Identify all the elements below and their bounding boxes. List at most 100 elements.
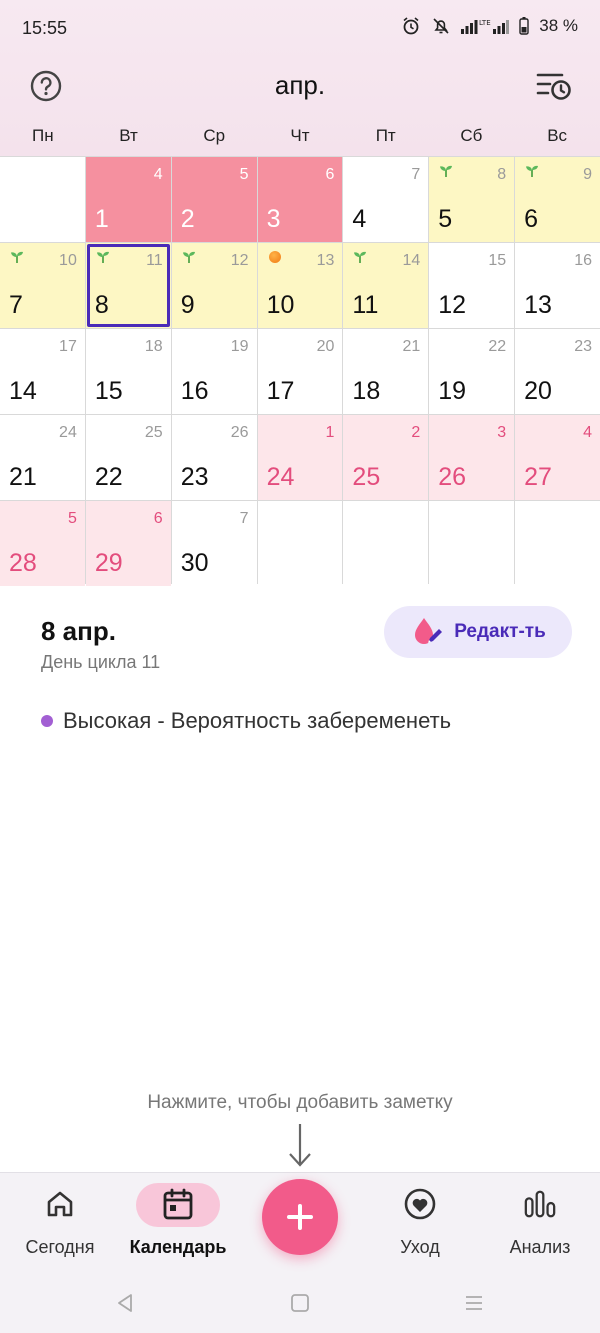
day-number: 12 bbox=[438, 291, 467, 319]
cycle-day-number: 4 bbox=[153, 166, 163, 183]
edit-button[interactable]: Редакт-ть bbox=[384, 606, 572, 658]
calendar-day-6[interactable]: 96 bbox=[515, 157, 600, 242]
calendar-day-16[interactable]: 19 16 bbox=[171, 329, 257, 414]
calendar-day-2[interactable]: 52 bbox=[171, 157, 257, 242]
menu-icon[interactable] bbox=[462, 1291, 486, 1315]
sprout-icon bbox=[525, 164, 539, 178]
cycle-day: День цикла 11 bbox=[41, 652, 161, 672]
cycle-day-number: 17 bbox=[59, 338, 77, 355]
status-bar: 15:55 LTE 38 % bbox=[0, 0, 600, 58]
cycle-day-number: 6 bbox=[325, 166, 335, 183]
calendar-day-11[interactable]: 14 11 bbox=[343, 243, 429, 328]
calendar-day-9[interactable]: 12 9 bbox=[171, 243, 257, 328]
calendar-day-28[interactable]: 5 28 bbox=[0, 501, 85, 586]
heart-circle-icon bbox=[403, 1187, 437, 1221]
calendar-header: апр. bbox=[0, 58, 600, 116]
add-button[interactable] bbox=[262, 1179, 338, 1255]
home-icon bbox=[43, 1187, 77, 1221]
day-number: 8 bbox=[94, 291, 109, 319]
bar-chart-icon bbox=[523, 1187, 557, 1221]
cycle-day-number: 5 bbox=[239, 166, 249, 183]
cycle-day-number: 1 bbox=[325, 424, 335, 441]
weekday-sat: Сб bbox=[460, 126, 483, 145]
help-button[interactable] bbox=[30, 70, 62, 102]
day-number: 30 bbox=[180, 549, 209, 577]
system-navigation bbox=[0, 1281, 600, 1329]
day-number: 25 bbox=[352, 463, 381, 491]
nav-today[interactable]: Сегодня bbox=[0, 1173, 120, 1273]
calendar-day-4[interactable]: 74 bbox=[343, 157, 429, 242]
calendar-day-12[interactable]: 15 12 bbox=[429, 243, 515, 328]
calendar-day-22[interactable]: 25 22 bbox=[85, 415, 171, 500]
calendar-day-24[interactable]: 1 24 bbox=[257, 415, 343, 500]
calendar-day-29[interactable]: 6 29 bbox=[85, 501, 171, 586]
arrow-down-icon bbox=[289, 1124, 311, 1167]
history-button[interactable] bbox=[536, 70, 572, 102]
calendar-day-1[interactable]: 41 bbox=[85, 157, 171, 242]
sprout-icon bbox=[96, 250, 110, 264]
back-icon[interactable] bbox=[113, 1291, 137, 1315]
weekday-tue: Вт bbox=[119, 126, 138, 145]
cycle-day-number: 8 bbox=[497, 166, 507, 183]
calendar-day-23[interactable]: 26 23 bbox=[171, 415, 257, 500]
calendar-icon bbox=[161, 1187, 195, 1221]
cycle-day-number: 19 bbox=[230, 338, 249, 355]
day-number: 5 bbox=[438, 205, 453, 233]
home-square-icon[interactable] bbox=[288, 1291, 312, 1315]
cycle-day-number: 25 bbox=[144, 424, 163, 441]
cycle-day-number: 7 bbox=[411, 166, 421, 183]
calendar-day-18[interactable]: 21 18 bbox=[343, 329, 429, 414]
cycle-day-number: 23 bbox=[574, 338, 592, 355]
nav-care[interactable]: Уход bbox=[360, 1173, 480, 1273]
weekday-sun: Вс bbox=[547, 126, 568, 145]
fertility-text: Высокая - Вероятность забеременеть bbox=[63, 708, 452, 733]
calendar-day-21[interactable]: 24 21 bbox=[0, 415, 85, 500]
cycle-day-number: 20 bbox=[316, 338, 335, 355]
calendar-day-15[interactable]: 18 15 bbox=[85, 329, 171, 414]
cycle-day-number: 21 bbox=[402, 338, 421, 355]
calendar-day-26[interactable]: 3 26 bbox=[429, 415, 515, 500]
day-number: 11 bbox=[352, 291, 379, 319]
nav-analysis[interactable]: Анализ bbox=[480, 1173, 600, 1273]
calendar-day-17[interactable]: 20 17 bbox=[257, 329, 343, 414]
add-note-hint[interactable]: Нажмите, чтобы добавить заметку bbox=[0, 1092, 600, 1114]
cycle-day-number: 7 bbox=[239, 510, 249, 527]
day-number: 24 bbox=[266, 463, 295, 491]
bottom-navigation: Сегодня Календарь Уход Анализ bbox=[0, 1172, 600, 1333]
cycle-day-number: 15 bbox=[488, 252, 507, 269]
calendar-day-14[interactable]: 17 14 bbox=[0, 329, 85, 414]
ovulation-icon bbox=[268, 251, 281, 263]
month-title: апр. bbox=[274, 70, 326, 100]
calendar-empty-cell bbox=[0, 157, 85, 242]
day-number: 7 bbox=[9, 291, 23, 319]
calendar-day-20[interactable]: 23 20 bbox=[515, 329, 600, 414]
calendar-day-10[interactable]: 13 10 bbox=[257, 243, 343, 328]
cycle-day-number: 14 bbox=[402, 252, 421, 269]
cycle-day-number: 26 bbox=[230, 424, 249, 441]
cycle-day-number: 11 bbox=[146, 252, 163, 269]
nav-calendar[interactable]: Календарь bbox=[118, 1173, 238, 1273]
weekday-fri: Пт bbox=[375, 126, 396, 145]
day-number: 15 bbox=[94, 377, 123, 405]
calendar-day-8[interactable]: 11 8 bbox=[85, 243, 171, 328]
question-icon bbox=[30, 70, 62, 102]
calendar-day-19[interactable]: 22 19 bbox=[429, 329, 515, 414]
cycle-day-number: 4 bbox=[583, 424, 592, 441]
cycle-day-number: 5 bbox=[67, 510, 77, 527]
day-number: 10 bbox=[266, 291, 295, 319]
day-number: 18 bbox=[352, 377, 381, 405]
calendar-day-13[interactable]: 16 13 bbox=[515, 243, 600, 328]
calendar-empty-cell bbox=[429, 501, 515, 586]
calendar-day-7[interactable]: 10 7 bbox=[0, 243, 85, 328]
day-number: 28 bbox=[9, 549, 37, 577]
calendar-day-5[interactable]: 85 bbox=[429, 157, 515, 242]
calendar-day-27[interactable]: 4 27 bbox=[515, 415, 600, 500]
cycle-day-number: 13 bbox=[316, 252, 335, 269]
selected-date: 8 апр. bbox=[41, 616, 116, 646]
calendar-day-3[interactable]: 63 bbox=[257, 157, 343, 242]
calendar-day-30[interactable]: 7 30 bbox=[171, 501, 257, 586]
day-number: 19 bbox=[438, 377, 467, 405]
cycle-day-number: 3 bbox=[497, 424, 507, 441]
calendar-day-25[interactable]: 2 25 bbox=[343, 415, 429, 500]
sprout-icon bbox=[10, 250, 24, 264]
